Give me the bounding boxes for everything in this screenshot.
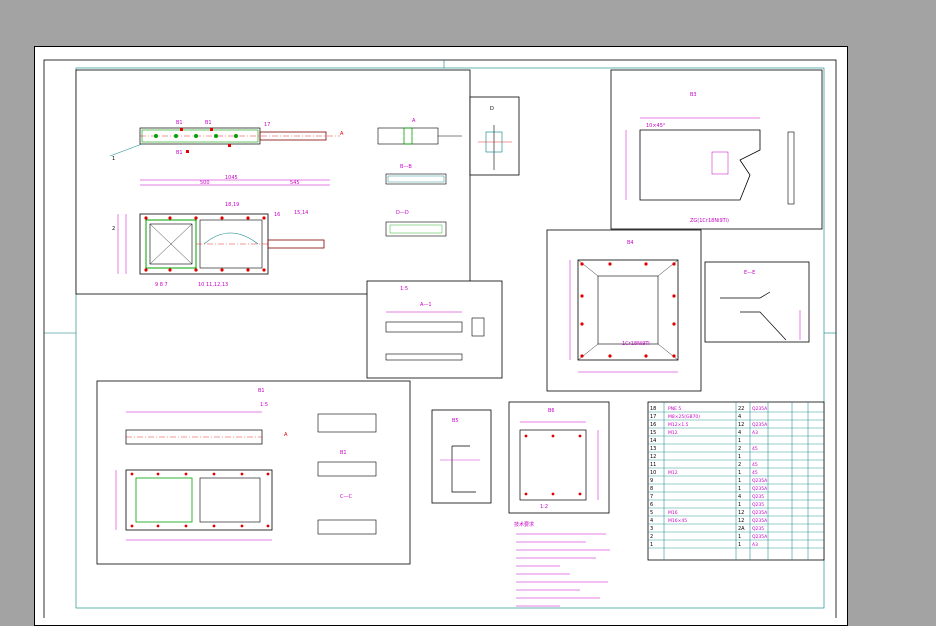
title-block-cell: Q235 bbox=[752, 502, 764, 508]
title-block-cell: 45 bbox=[752, 462, 758, 468]
title-block-cell: 4 bbox=[650, 518, 653, 524]
title-block-cell: 16 bbox=[650, 422, 656, 428]
title-block-cell: 15 bbox=[650, 430, 656, 436]
title-block-cell: M8×25(GB70) bbox=[668, 414, 700, 420]
title-block-cell: 1 bbox=[650, 542, 653, 548]
title-block-cell: 22 bbox=[738, 406, 744, 412]
title-block-cell: 9 bbox=[650, 478, 653, 484]
title-block-cell: 2A bbox=[738, 526, 745, 532]
title-block-cell: Q235A bbox=[752, 478, 768, 484]
title-block-cell: 4 bbox=[738, 494, 741, 500]
title-block-cell: 1 bbox=[738, 470, 741, 476]
title-block-cell: M12×1.5 bbox=[668, 422, 689, 428]
title-block-cell: 13 bbox=[650, 446, 656, 452]
title-block: 18 PNE 5 22 Q235A17 M8×25(GB70) 416 M12×1.5 12 Q… bbox=[647, 401, 825, 561]
title-block-cell: 8 bbox=[650, 486, 653, 492]
title-block-cell: 45 bbox=[752, 470, 758, 476]
title-block-cell: 17 bbox=[650, 414, 656, 420]
title-block-cell: 2 bbox=[738, 446, 741, 452]
title-block-cell: 7 bbox=[650, 494, 653, 500]
title-block-cell: 1 bbox=[738, 438, 741, 444]
title-block-cell: A3 bbox=[752, 430, 758, 436]
title-block-cell: 1 bbox=[738, 534, 741, 540]
title-block-cell: M12 bbox=[668, 430, 678, 436]
title-block-cell: 4 bbox=[738, 414, 741, 420]
title-block-cell: M16 bbox=[668, 510, 678, 516]
title-block-cell: M16×45 bbox=[668, 518, 687, 524]
title-block-cell: 45 bbox=[752, 446, 758, 452]
title-block-cell: 2 bbox=[738, 462, 741, 468]
title-block-cell: Q235 bbox=[752, 494, 764, 500]
title-block-cell: Q235A bbox=[752, 518, 768, 524]
title-block-cell: Q235A bbox=[752, 406, 768, 412]
title-block-cell: Q235A bbox=[752, 422, 768, 428]
title-block-cell: 1 bbox=[738, 478, 741, 484]
title-block-cell: 12 bbox=[738, 510, 744, 516]
title-block-cell: 1 bbox=[738, 454, 741, 460]
title-block-cell: Q235A bbox=[752, 510, 768, 516]
title-block-cell: 3 bbox=[650, 526, 653, 532]
title-block-cell: 4 bbox=[738, 430, 741, 436]
title-block-cell: Q235 bbox=[752, 526, 764, 532]
title-block-cell: 1 bbox=[738, 502, 741, 508]
title-block-cell: 12 bbox=[650, 454, 656, 460]
title-block-cell: A3 bbox=[752, 542, 758, 548]
title-block-cell: 14 bbox=[650, 438, 656, 444]
title-block-cell: 12 bbox=[738, 422, 744, 428]
title-block-cell: 1 bbox=[738, 542, 741, 548]
title-block-cell: M12 bbox=[668, 470, 678, 476]
title-block-cell: Q235A bbox=[752, 486, 768, 492]
title-block-cell: PNE 5 bbox=[668, 406, 681, 412]
title-block-cell: 6 bbox=[650, 502, 653, 508]
title-block-cell: 12 bbox=[738, 518, 744, 524]
title-block-cell: 5 bbox=[650, 510, 653, 516]
title-block-cell: 1 bbox=[738, 486, 741, 492]
title-block-cell: 18 bbox=[650, 406, 656, 412]
title-block-cell: 11 bbox=[650, 462, 656, 468]
title-block-cell: 10 bbox=[650, 470, 656, 476]
title-block-cell: Q235A bbox=[752, 534, 768, 540]
title-block-cell: 2 bbox=[650, 534, 653, 540]
